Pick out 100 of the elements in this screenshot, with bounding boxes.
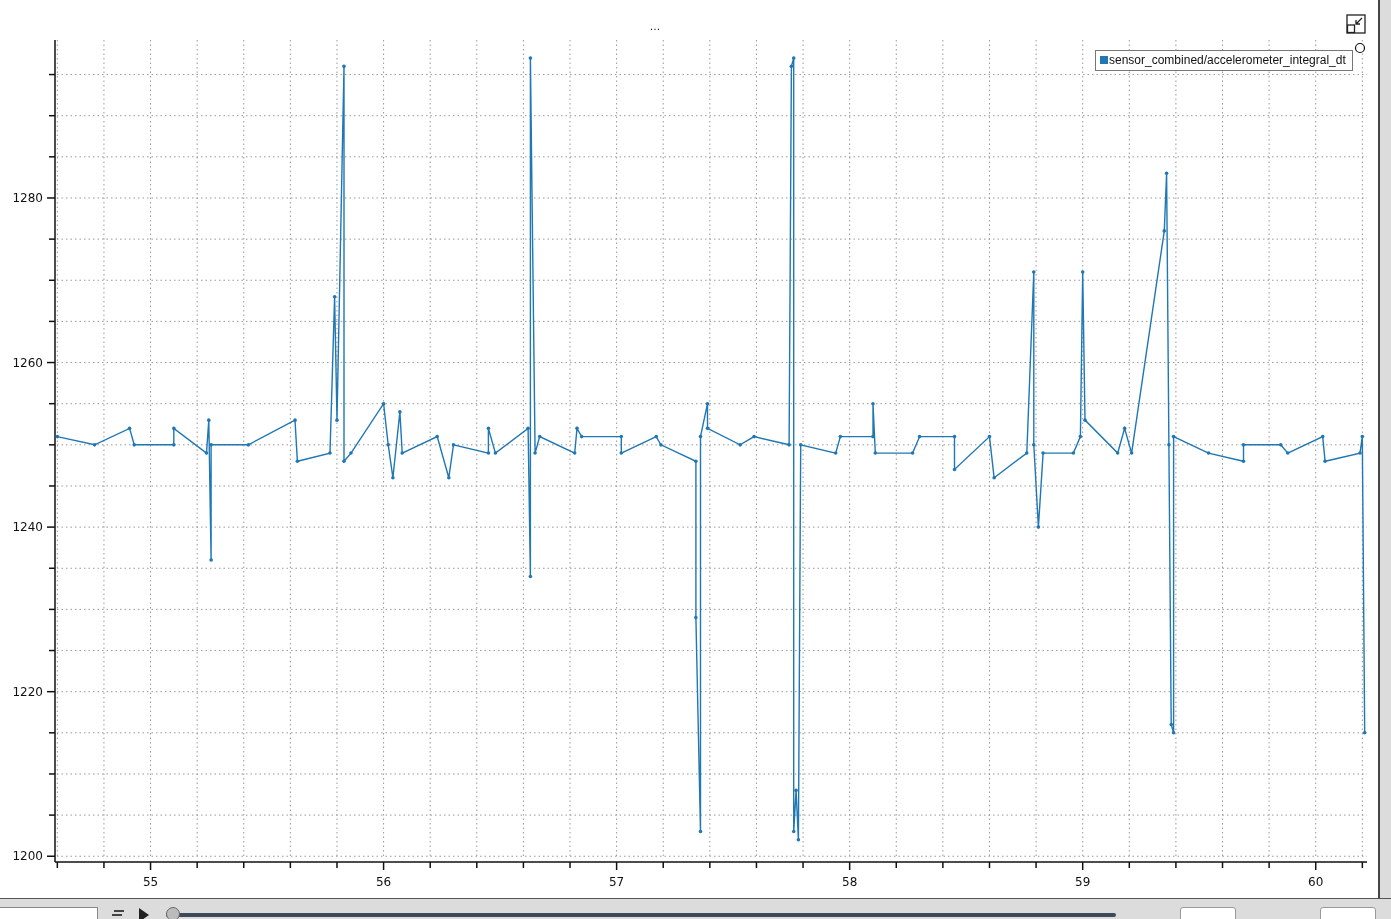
data-point — [992, 475, 996, 480]
data-point — [791, 829, 796, 834]
data-point — [952, 467, 957, 472]
data-point — [871, 401, 875, 406]
data-point — [1360, 434, 1365, 439]
data-point — [207, 418, 211, 422]
data-point — [987, 434, 992, 439]
y-tick-label: 1260 — [12, 355, 43, 370]
data-point — [698, 434, 703, 439]
data-point — [132, 443, 137, 447]
data-point — [873, 451, 878, 455]
data-point — [528, 574, 533, 579]
data-point — [328, 451, 332, 455]
data-point — [537, 434, 542, 439]
data-point — [694, 459, 698, 464]
data-point — [1171, 434, 1176, 439]
data-point — [1323, 459, 1327, 464]
data-point — [342, 64, 346, 69]
data-point — [659, 443, 663, 447]
plot-title: ... — [649, 20, 661, 33]
data-point — [435, 434, 439, 439]
y-tick-label: 1280 — [12, 191, 43, 205]
data-point — [1206, 451, 1211, 455]
data-point — [55, 434, 60, 439]
data-point — [871, 434, 875, 439]
x-tick-label: 56 — [375, 875, 392, 889]
legend-label: sensor_combined/accelerometer_integral_dt — [1109, 53, 1346, 67]
x-tick-label: 58 — [842, 875, 858, 889]
data-point — [1241, 459, 1246, 464]
data-point — [526, 426, 530, 431]
data-point — [1279, 443, 1283, 447]
legend[interactable]: sensor_combined/accelerometer_integral_dt — [1095, 50, 1353, 71]
data-point — [738, 443, 742, 447]
y-tick-label: 1240 — [12, 520, 43, 535]
data-point — [705, 401, 710, 406]
data-point — [572, 451, 577, 455]
data-point — [295, 459, 300, 464]
data-point — [1115, 451, 1120, 455]
data-point — [127, 426, 132, 431]
legend-handle-icon[interactable] — [1354, 42, 1366, 54]
data-point — [172, 426, 176, 431]
data-point — [342, 459, 346, 464]
data-point — [1241, 443, 1246, 447]
data-point — [794, 788, 798, 793]
data-point — [789, 64, 794, 69]
data-point — [486, 451, 491, 455]
data-point — [833, 451, 838, 455]
data-point — [1167, 443, 1171, 447]
data-point — [293, 418, 297, 422]
data-point — [1171, 731, 1176, 735]
data-point — [1024, 451, 1029, 455]
y-tick-label: 1200 — [12, 849, 43, 864]
data-point — [528, 56, 533, 60]
data-point — [1036, 525, 1041, 529]
data-point — [386, 443, 391, 447]
data-point — [1169, 722, 1174, 727]
x-tick-label: 59 — [1075, 875, 1091, 889]
data-point — [752, 434, 756, 439]
y-tick-label: 1220 — [12, 684, 43, 699]
data-point — [1031, 270, 1036, 274]
data-point — [796, 838, 801, 842]
data-point — [694, 615, 698, 620]
data-point — [1041, 451, 1045, 455]
data-point — [349, 451, 353, 455]
data-point — [952, 434, 957, 439]
data-point — [335, 418, 339, 422]
restore-icon[interactable] — [1346, 14, 1366, 34]
data-point — [838, 434, 843, 439]
data-point — [209, 558, 213, 562]
data-point — [451, 443, 456, 447]
data-point — [493, 451, 498, 455]
data-point — [654, 434, 659, 439]
data-point — [619, 434, 624, 439]
data-point — [1080, 270, 1085, 274]
data-point — [381, 401, 386, 406]
data-point — [1083, 418, 1087, 422]
data-point — [1078, 434, 1083, 439]
data-point — [917, 434, 922, 439]
data-point — [1362, 731, 1367, 735]
data-point — [698, 829, 703, 834]
data-point — [1122, 426, 1127, 431]
data-point — [398, 410, 402, 414]
data-point — [910, 451, 915, 455]
data-point — [447, 475, 451, 480]
data-point — [1162, 229, 1167, 233]
play-icon[interactable] — [138, 907, 150, 919]
data-point — [1031, 443, 1036, 447]
data-point — [705, 426, 710, 431]
x-tick-label: 57 — [609, 875, 625, 889]
x-tick-label: 60 — [1308, 875, 1324, 889]
data-point — [791, 56, 796, 60]
data-point — [1129, 451, 1134, 455]
data-point — [486, 426, 491, 431]
data-point — [798, 443, 803, 447]
data-point — [172, 443, 176, 447]
x-tick-label: 55 — [142, 875, 159, 889]
data-point — [1285, 451, 1290, 455]
data-point — [400, 451, 405, 455]
data-point — [533, 451, 537, 455]
data-point — [1358, 451, 1362, 455]
